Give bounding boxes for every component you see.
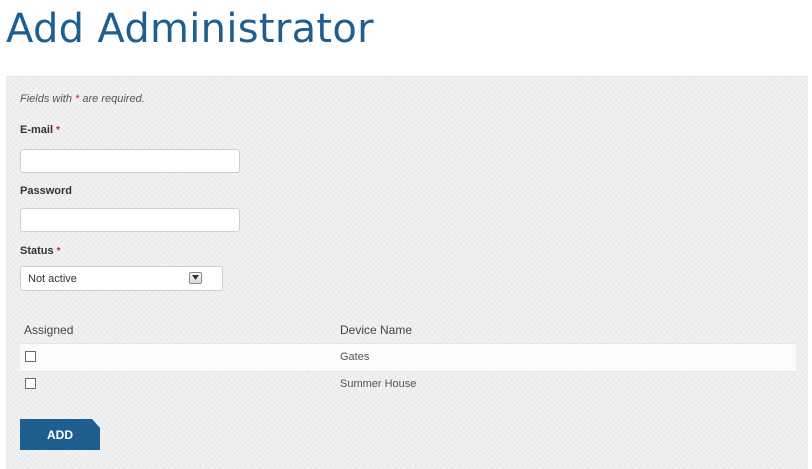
required-fields-note: Fields with * are required. — [20, 93, 145, 105]
device-name-cell: Gates — [340, 351, 370, 363]
password-field[interactable] — [20, 208, 240, 232]
status-label-text: Status — [20, 245, 54, 257]
chevron-down-icon[interactable] — [189, 272, 202, 284]
status-required-mark: * — [56, 246, 61, 257]
email-label-text: E-mail — [20, 124, 54, 136]
administrator-form: Fields with * are required. E-mail * Pass… — [6, 76, 808, 469]
page-title: Add Administrator — [6, 6, 374, 52]
device-name-cell: Summer House — [340, 378, 417, 390]
required-note-prefix: Fields with — [20, 93, 76, 105]
status-select[interactable]: Not active — [20, 266, 223, 291]
email-field[interactable] — [20, 149, 240, 173]
password-label: Password — [20, 185, 72, 197]
email-label: E-mail * — [20, 124, 60, 136]
column-header-device-name: Device Name — [340, 323, 413, 337]
table-row: Gates — [20, 343, 796, 372]
required-note-suffix: are required. — [79, 93, 145, 105]
assigned-checkbox[interactable] — [25, 378, 36, 389]
status-selected-value: Not active — [28, 273, 77, 285]
devices-table-header: Assigned Device Name — [20, 323, 796, 337]
status-label: Status * — [20, 245, 61, 257]
assigned-checkbox[interactable] — [25, 351, 36, 362]
add-button[interactable]: ADD — [20, 419, 100, 450]
email-required-mark: * — [56, 125, 60, 136]
table-row: Summer House — [20, 371, 796, 398]
column-header-assigned: Assigned — [24, 323, 74, 337]
